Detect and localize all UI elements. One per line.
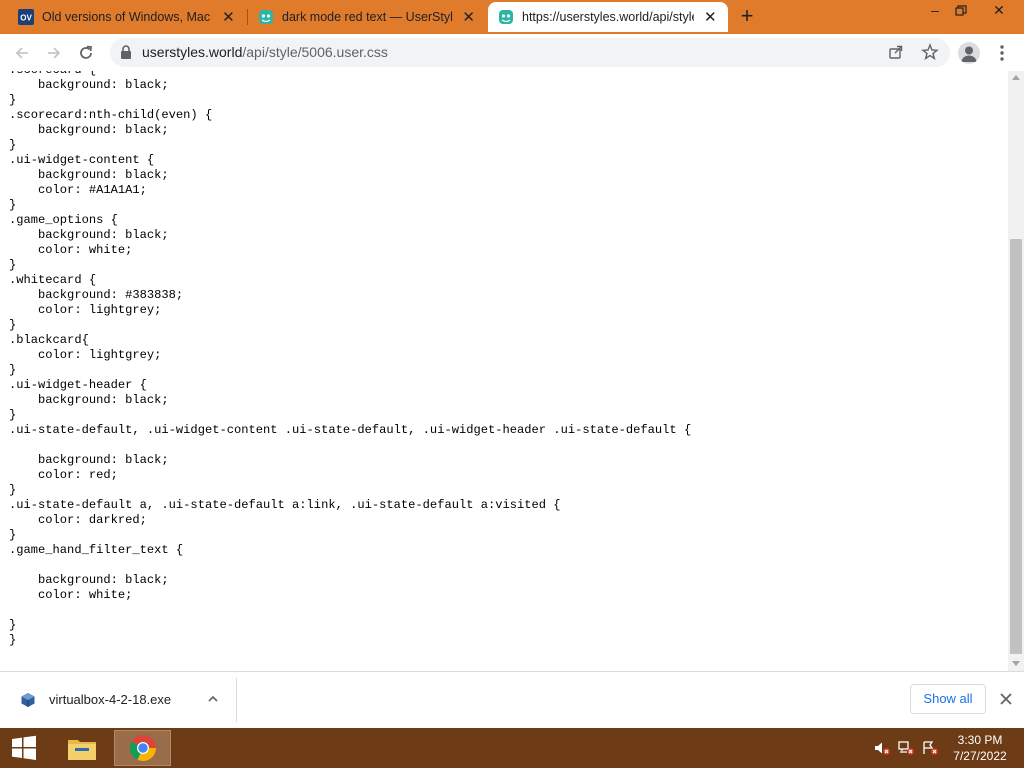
system-clock[interactable]: 3:30 PM 7/27/2022 [940,732,1020,764]
css-source-text: .scorecard { background: black; } .score… [9,71,691,648]
scroll-up-arrow-icon[interactable] [1012,75,1020,80]
windows-start-icon[interactable] [0,728,48,768]
userstyles-favicon-icon [258,9,274,25]
code-line: } [9,198,17,212]
oldversion-favicon-icon: OV [18,9,34,25]
code-line: background: black; [38,573,169,587]
code-line: background: black; [38,168,169,182]
address-bar[interactable]: userstyles.world/api/style/5006.user.css [110,38,950,67]
tab-close-icon[interactable]: ✕ [459,7,478,27]
code-line: background: #383838; [38,288,184,302]
download-file-name: virtualbox-4-2-18.exe [49,692,172,707]
code-line: background: black; [38,453,169,467]
close-icon[interactable] [998,691,1014,707]
file-explorer-icon[interactable] [58,728,106,768]
code-line: background: black; [38,228,169,242]
code-line: .ui-widget-content { [9,153,155,167]
code-line: .game_hand_filter_text { [9,543,184,557]
code-line: } [9,318,17,332]
kebab-menu-icon[interactable] [994,44,1010,62]
tab-title: Old versions of Windows, Mac a [42,10,213,24]
tab-title: https://userstyles.world/api/style [522,10,695,24]
window-close-icon[interactable]: ✕ [984,0,1014,22]
virtualbox-file-icon [20,692,36,708]
windows-taskbar: 3:30 PM 7/27/2022 [0,728,1024,768]
code-line: .ui-widget-header { [9,378,147,392]
tab-title: dark mode red text — UserStyles [282,10,454,24]
tab-close-icon[interactable]: ✕ [219,7,238,27]
userstyles-favicon-icon [498,9,514,25]
code-line: } [9,93,17,107]
profile-avatar-icon[interactable] [958,42,980,64]
code-line: } [9,633,17,647]
star-icon[interactable] [921,43,939,66]
code-line: .scorecard { [9,71,96,77]
restore-icon[interactable] [946,0,976,22]
chrome-icon[interactable] [114,730,171,766]
share-icon[interactable] [888,44,904,65]
code-line: } [9,528,17,542]
back-arrow-icon[interactable] [10,41,34,65]
reload-icon[interactable] [74,41,98,65]
code-line: color: darkred; [38,513,147,527]
tab-strip: OV Old versions of Windows, Mac a ✕ dark… [0,0,1024,34]
plus-icon[interactable]: + [736,5,758,28]
code-line: } [9,258,17,272]
show-all-button[interactable]: Show all [910,684,986,714]
url-text[interactable]: userstyles.world/api/style/5006.user.css [142,44,388,60]
code-line: } [9,363,17,377]
tab-userstyles-dark-mode[interactable]: dark mode red text — UserStyles ✕ [248,2,486,32]
code-line: color: red; [38,468,118,482]
code-line: } [9,408,17,422]
clock-time: 3:30 PM [957,733,1003,747]
code-line: } [9,483,17,497]
code-line: color: white; [38,588,133,602]
code-line: .whitecard { [9,273,97,287]
code-line: } [9,138,17,152]
tab-close-icon[interactable]: ✕ [700,7,720,27]
chevron-up-icon[interactable] [206,692,220,706]
code-line: .game_options { [9,213,118,227]
network-icon[interactable] [898,740,914,756]
code-line: .ui-state-default a, .ui-state-default a… [9,498,561,512]
code-line: color: lightgrey; [38,303,162,317]
browser-toolbar: userstyles.world/api/style/5006.user.css [0,34,1024,72]
download-item[interactable]: virtualbox-4-2-18.exe [8,678,237,722]
clock-date: 7/27/2022 [953,749,1007,763]
scroll-down-arrow-icon[interactable] [1012,661,1020,666]
url-host: userstyles.world [142,44,243,60]
page-content: .scorecard { background: black; } .score… [0,71,1008,671]
code-line: color: white; [38,243,133,257]
url-path: /api/style/5006.user.css [242,44,388,60]
action-center-icon[interactable] [922,740,938,756]
tab-old-versions[interactable]: OV Old versions of Windows, Mac a ✕ [8,2,246,32]
oldversion-favicon-text: OV [20,14,32,23]
scrollbar-thumb[interactable] [1010,239,1022,654]
lock-icon[interactable] [120,45,132,64]
code-line: .blackcard{ [9,333,89,347]
vertical-scrollbar[interactable] [1008,71,1024,671]
tab-userstyles-api[interactable]: https://userstyles.world/api/style ✕ [488,2,728,32]
code-line: .ui-state-default, .ui-widget-content .u… [9,423,692,437]
code-line: color: lightgrey; [38,348,162,362]
forward-arrow-icon[interactable] [42,41,66,65]
volume-muted-icon[interactable] [874,740,890,756]
code-line: background: black; [38,123,169,137]
code-line: color: #A1A1A1; [38,183,147,197]
code-line: .scorecard:nth-child(even) { [9,108,213,122]
download-shelf: virtualbox-4-2-18.exe Show all [0,671,1024,728]
code-line: } [9,618,17,632]
code-line: background: black; [38,393,169,407]
code-line: background: black; [38,78,169,92]
